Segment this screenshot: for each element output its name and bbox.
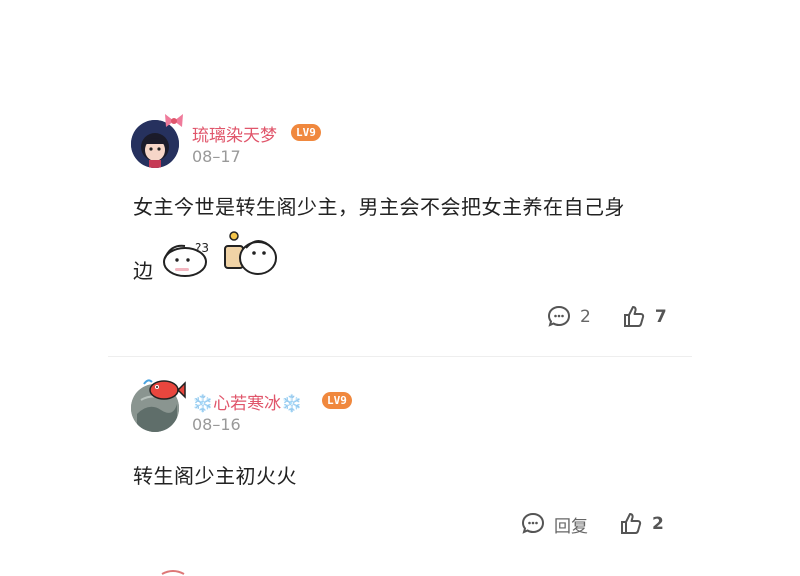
like-count: 2 xyxy=(652,514,664,534)
comment-text-continued: 边 xyxy=(133,259,154,283)
svg-text:?3: ?3 xyxy=(195,241,209,255)
reply-button[interactable]: 2 xyxy=(546,304,591,330)
reply-label: 回复 xyxy=(554,516,588,537)
comment-text: 女主今世是转生阁少主，男主会不会把女主养在自己身 xyxy=(133,195,625,219)
divider xyxy=(108,356,692,357)
comment-text: 转生阁少主初火火 xyxy=(133,464,297,488)
username[interactable]: 琉璃染天梦 xyxy=(192,121,277,146)
comment-date: 08–16 xyxy=(192,415,241,434)
next-comment-fragment xyxy=(161,570,185,575)
level-badge: LV9 xyxy=(291,124,321,141)
comment-date: 08–17 xyxy=(192,147,241,166)
reply-button[interactable]: 回复 xyxy=(520,511,588,537)
username[interactable]: ❄️心若寒冰❄️ xyxy=(192,389,302,414)
comment-actions: 2 7 xyxy=(546,304,667,330)
sticker-icon xyxy=(224,231,277,275)
reply-count: 2 xyxy=(580,307,591,327)
like-button[interactable]: 7 xyxy=(621,304,667,330)
level-badge: LV9 xyxy=(322,392,352,409)
comment-actions: 回复 2 xyxy=(520,511,664,537)
like-count: 7 xyxy=(654,307,667,327)
like-button[interactable]: 2 xyxy=(618,511,664,537)
comment-icon xyxy=(547,305,571,327)
bow-icon xyxy=(165,114,183,127)
sticker-icon: ?3 xyxy=(163,241,209,277)
fish-icon xyxy=(143,379,186,400)
comment-icon xyxy=(521,512,545,534)
thumbs-up-icon xyxy=(621,513,642,534)
thumbs-up-icon xyxy=(623,306,644,327)
